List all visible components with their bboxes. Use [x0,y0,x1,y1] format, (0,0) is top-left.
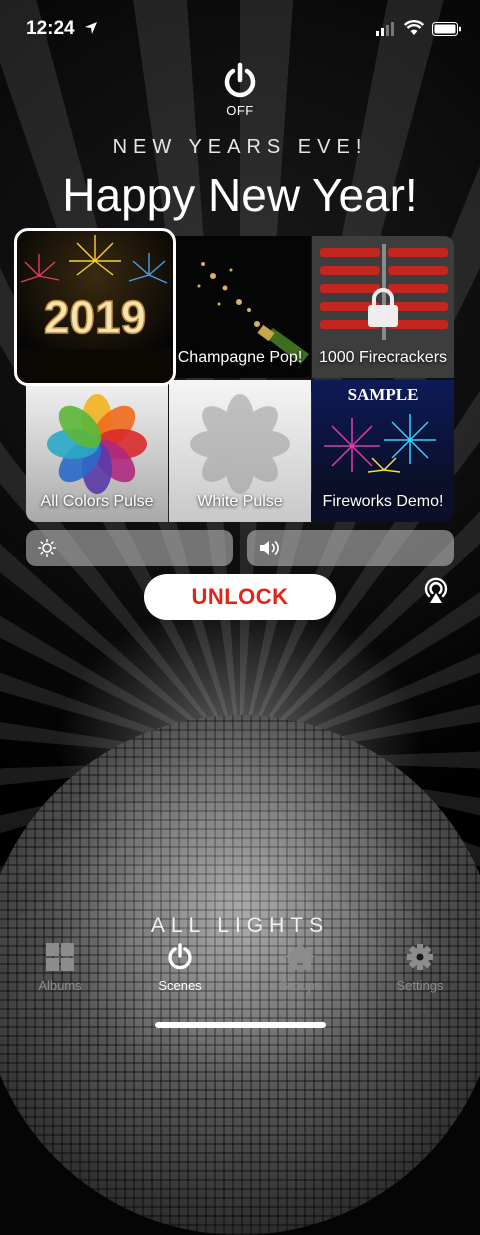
lock-icon [368,288,398,327]
tab-groups[interactable]: Groups [240,940,360,993]
scene-tile-white-pulse[interactable]: White Pulse [169,380,311,522]
wifi-icon [404,20,424,35]
house-icon [285,944,315,970]
scene-tile-firecrackers[interactable]: 1000 Firecrackers [312,236,454,378]
tab-settings[interactable]: Settings [360,940,480,993]
grid-icon [46,943,74,971]
status-bar: 12:24 [0,0,480,60]
tab-label: Albums [38,978,82,993]
album-subtitle: NEW YEARS EVE! [112,136,368,158]
scene-label: All Colors Pulse [40,493,154,510]
scene-tile-fireworks-demo[interactable]: SAMPLE Fireworks Demo! [312,380,454,522]
location-arrow-icon [85,22,97,34]
speaker-volume-icon [260,540,279,556]
power-icon [168,943,192,970]
scene-grid: 2019 Champagne Pop! 1000 Firecrackers Al… [14,228,454,522]
scene-tile-all-colors-pulse[interactable]: All Colors Pulse [26,380,168,522]
tab-label: Groups [278,978,322,993]
scene-label: Fireworks Demo! [322,493,444,510]
brightness-icon [38,539,56,557]
power-state-label: OFF [226,103,254,118]
group-selector-label[interactable]: ALL LIGHTS [0,914,480,938]
sample-watermark-text: SAMPLE [348,385,419,404]
tile-2019-year-text: 2019 [44,291,146,343]
tab-scenes[interactable]: Scenes [120,940,240,993]
tab-albums[interactable]: Albums [0,940,120,993]
status-time: 12:24 [26,18,75,39]
page-title: Happy New Year! [62,169,418,221]
power-toggle[interactable]: OFF [220,62,260,118]
battery-icon [432,22,461,36]
brightness-slider[interactable] [26,530,233,566]
gear-icon [407,944,433,970]
fireworks-2019-image: 2019 [17,235,173,383]
unlock-button[interactable]: UNLOCK [144,574,336,620]
scene-tile-2019[interactable]: 2019 [14,228,176,386]
scene-tile-champagne[interactable]: Champagne Pop! [169,236,311,378]
home-indicator [155,1022,326,1028]
tab-label: Settings [396,978,444,993]
scene-label: 1000 Firecrackers [318,349,448,366]
cellular-signal-icon [376,22,394,36]
volume-slider[interactable] [247,530,454,566]
power-icon [224,62,256,98]
tab-label: Scenes [158,978,202,993]
scene-label: Champagne Pop! [177,349,303,366]
scene-label: White Pulse [197,493,283,510]
airplay-icon[interactable] [422,576,450,604]
tab-bar: Albums Scenes Groups Settings [0,940,480,1010]
